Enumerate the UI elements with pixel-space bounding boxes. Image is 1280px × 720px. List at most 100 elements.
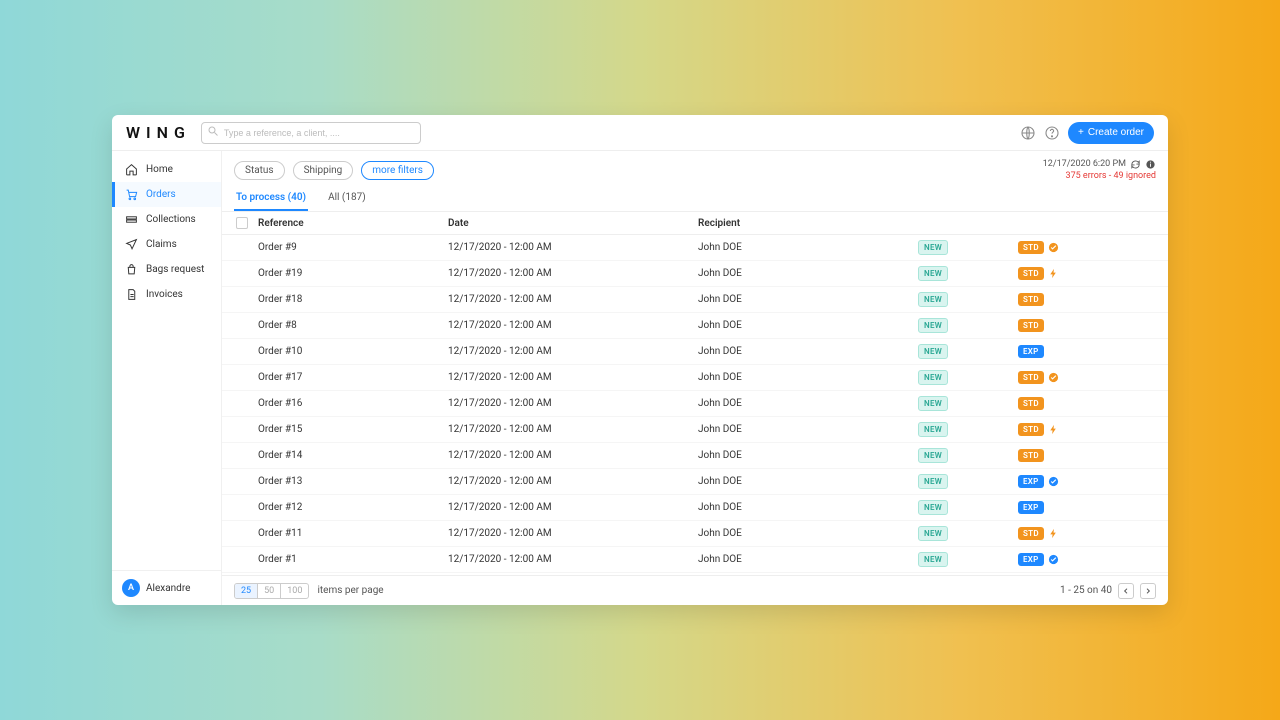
claims-icon (125, 238, 138, 251)
page-size-selector: 2550100 (234, 583, 309, 599)
filter-toolbar: Status Shipping more filters 12/17/2020 … (222, 151, 1168, 186)
shipping-badge: STD (1018, 319, 1044, 332)
verified-icon (1048, 554, 1059, 565)
filter-shipping[interactable]: Shipping (293, 161, 354, 180)
globe-icon[interactable] (1020, 125, 1036, 141)
status-badge: NEW (918, 526, 948, 541)
sidebar-user[interactable]: A Alexandre (112, 570, 221, 605)
sidebar-item-orders[interactable]: Orders (112, 182, 221, 207)
help-icon[interactable] (1044, 125, 1060, 141)
cell-recipient: John DOE (698, 346, 918, 357)
brand-logo: WING (126, 123, 191, 142)
page-size-label: items per page (317, 585, 383, 596)
shipping-badge: STD (1018, 371, 1044, 384)
sidebar-item-collections[interactable]: Collections (112, 207, 221, 232)
flash-icon (1048, 268, 1059, 279)
cell-reference: Order #17 (258, 372, 448, 383)
sidebar-item-home[interactable]: Home (112, 157, 221, 182)
col-date[interactable]: Date (448, 218, 698, 229)
cell-recipient: John DOE (698, 320, 918, 331)
main: Status Shipping more filters 12/17/2020 … (222, 151, 1168, 605)
filter-status[interactable]: Status (234, 161, 285, 180)
tab-to-process[interactable]: To process (40) (234, 186, 308, 211)
cell-recipient: John DOE (698, 242, 918, 253)
next-page-button[interactable] (1140, 583, 1156, 599)
filter-more[interactable]: more filters (361, 161, 434, 180)
prev-page-button[interactable] (1118, 583, 1134, 599)
table-row[interactable]: Order #1812/17/2020 - 12:00 AMJohn DOENE… (222, 287, 1168, 313)
status-badge: NEW (918, 370, 948, 385)
pager: 1 - 25 on 40 (1060, 583, 1156, 599)
cell-date: 12/17/2020 - 12:00 AM (448, 502, 698, 513)
topbar: WING + Create order (112, 115, 1168, 151)
sidebar-item-label: Collections (146, 214, 196, 225)
user-name: Alexandre (146, 583, 190, 594)
sidebar-item-bags-request[interactable]: Bags request (112, 257, 221, 282)
table-row[interactable]: Order #1712/17/2020 - 12:00 AMJohn DOENE… (222, 365, 1168, 391)
cell-recipient: John DOE (698, 476, 918, 487)
home-icon (125, 163, 138, 176)
avatar: A (122, 579, 140, 597)
status-badge: NEW (918, 474, 948, 489)
table-row[interactable]: Order #112/17/2020 - 12:00 AMJohn DOENEW… (222, 547, 1168, 573)
table-row[interactable]: Order #1112/17/2020 - 12:00 AMJohn DOENE… (222, 521, 1168, 547)
table-row[interactable]: Order #1312/17/2020 - 12:00 AMJohn DOENE… (222, 469, 1168, 495)
body: HomeOrders Collections Claims Bags requestI… (112, 151, 1168, 605)
shipping-badge: STD (1018, 293, 1044, 306)
table-row[interactable]: Order #912/17/2020 - 12:00 AMJohn DOENEW… (222, 235, 1168, 261)
cell-date: 12/17/2020 - 12:00 AM (448, 450, 698, 461)
table-row[interactable]: Order #1612/17/2020 - 12:00 AMJohn DOENE… (222, 391, 1168, 417)
status-block: 12/17/2020 6:20 PM 375 errors - 49 ignor… (1043, 159, 1156, 182)
cell-date: 12/17/2020 - 12:00 AM (448, 320, 698, 331)
select-all-checkbox[interactable] (236, 217, 248, 229)
table-row[interactable]: Order #812/17/2020 - 12:00 AMJohn DOENEW… (222, 313, 1168, 339)
table-row[interactable]: Order #1912/17/2020 - 12:00 AMJohn DOENE… (222, 261, 1168, 287)
invoice-icon (125, 288, 138, 301)
sidebar-item-claims[interactable]: Claims (112, 232, 221, 257)
cell-reference: Order #14 (258, 450, 448, 461)
info-icon[interactable] (1145, 159, 1156, 170)
cell-date: 12/17/2020 - 12:00 AM (448, 242, 698, 253)
table-row[interactable]: Order #1212/17/2020 - 12:00 AMJohn DOENE… (222, 495, 1168, 521)
cell-date: 12/17/2020 - 12:00 AM (448, 268, 698, 279)
cell-recipient: John DOE (698, 372, 918, 383)
cell-date: 12/17/2020 - 12:00 AM (448, 554, 698, 565)
table-row[interactable]: Order #1412/17/2020 - 12:00 AMJohn DOENE… (222, 443, 1168, 469)
tab-all[interactable]: All (187) (326, 186, 368, 211)
shipping-badge: EXP (1018, 553, 1044, 566)
col-recipient[interactable]: Recipient (698, 218, 918, 229)
page-size-option-25[interactable]: 25 (235, 584, 258, 598)
shipping-badge: STD (1018, 267, 1044, 280)
table-header: Reference Date Recipient (222, 212, 1168, 235)
sidebar-item-label: Claims (146, 239, 177, 250)
search-input[interactable] (201, 122, 421, 144)
cell-date: 12/17/2020 - 12:00 AM (448, 398, 698, 409)
error-summary[interactable]: 375 errors - 49 ignored (1043, 171, 1156, 183)
table-row[interactable]: Order #1512/17/2020 - 12:00 AMJohn DOENE… (222, 417, 1168, 443)
cell-recipient: John DOE (698, 424, 918, 435)
page-size-option-50[interactable]: 50 (258, 584, 281, 598)
cell-reference: Order #19 (258, 268, 448, 279)
page-size-option-100[interactable]: 100 (281, 584, 308, 598)
status-badge: NEW (918, 344, 948, 359)
flash-icon (1048, 424, 1059, 435)
cell-reference: Order #11 (258, 528, 448, 539)
sidebar-item-invoices[interactable]: Invoices (112, 282, 221, 307)
col-reference[interactable]: Reference (258, 218, 448, 229)
table-row[interactable]: Order #1012/17/2020 - 12:00 AMJohn DOENE… (222, 339, 1168, 365)
cell-date: 12/17/2020 - 12:00 AM (448, 424, 698, 435)
tabs: To process (40) All (187) (222, 186, 1168, 212)
cell-reference: Order #18 (258, 294, 448, 305)
cell-reference: Order #16 (258, 398, 448, 409)
search-wrapper (201, 121, 421, 144)
refresh-icon[interactable] (1130, 159, 1141, 170)
page-range: 1 - 25 on 40 (1060, 585, 1112, 596)
status-badge: NEW (918, 266, 948, 281)
cell-reference: Order #15 (258, 424, 448, 435)
top-icons: + Create order (1020, 122, 1154, 144)
status-badge: NEW (918, 396, 948, 411)
shipping-badge: EXP (1018, 501, 1044, 514)
orders-icon (125, 188, 138, 201)
create-order-button[interactable]: + Create order (1068, 122, 1154, 144)
shipping-badge: STD (1018, 423, 1044, 436)
